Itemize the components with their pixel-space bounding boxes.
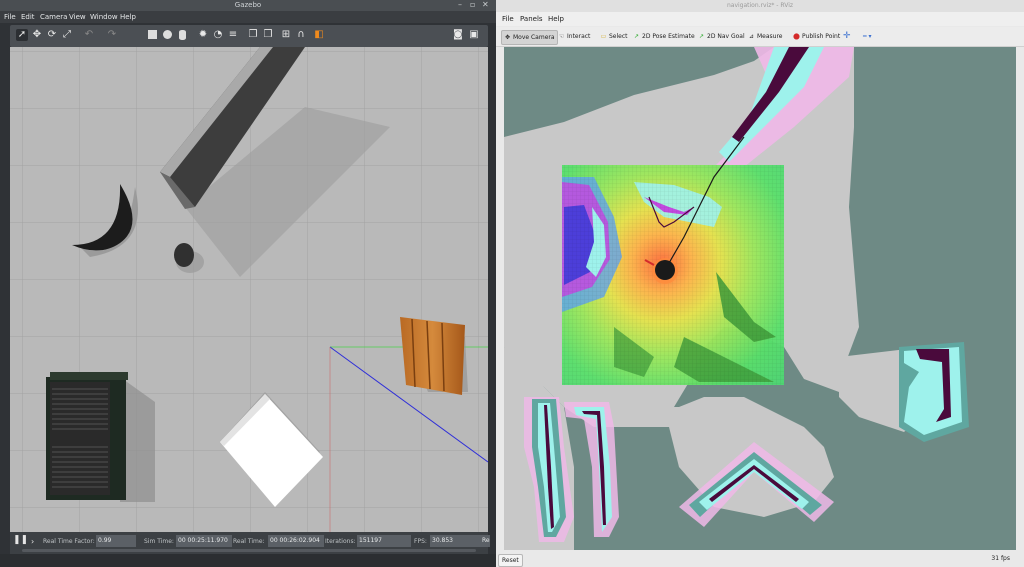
gazebo-window: Gazebo – ▫ ✕ File Edit Camera View Windo… [0,0,496,567]
iterations-value: 151197 [357,535,411,547]
menu-help[interactable]: Help [120,13,136,21]
rviz-3d-view[interactable] [504,47,1016,550]
wooden-crate [400,317,465,395]
menu-camera[interactable]: Camera [40,13,67,21]
iterations-label: Iterations: [325,538,356,545]
gazebo-toolbar: ➚ ✥ ⟳ ⤢ ↶ ↷ ✹ ◔ ≡ ❐ ❒ ⊞ ∩ ◧ ◙ ▣ [10,25,488,47]
snap-icon[interactable]: ∩ [295,29,307,41]
tool-2d-nav-goal[interactable]: ↗ 2D Nav Goal [696,30,747,43]
translate-icon[interactable]: ✥ [31,29,43,41]
change-view-icon[interactable]: ◧ [313,29,325,41]
fps-readout: 31 fps [991,555,1010,562]
tool-select-label: Select [609,33,628,40]
tool-publish-point-label: Publish Point [802,33,841,40]
tool-2d-nav-goal-label: 2D Nav Goal [707,33,745,40]
tool-select[interactable]: ▭ Select [598,30,630,43]
step-icon[interactable]: › [31,537,34,546]
remove-tool-icon[interactable]: ━ ▾ [862,30,874,43]
close-icon[interactable]: ✕ [482,0,489,9]
screenshot-icon[interactable]: ◙ [452,29,464,41]
move-camera-icon: ✥ [504,34,511,41]
sphere-shape-icon[interactable] [162,29,174,41]
gazebo-window-title: Gazebo [234,1,262,9]
sim-time-label: Sim Time: [144,538,174,545]
menu-edit[interactable]: Edit [21,13,35,21]
rviz-bottom-bar: Reset 31 fps [496,550,1024,567]
select-icon: ▭ [600,33,607,40]
small-rock [174,243,194,267]
publish-point-icon: ⬤ [793,33,800,40]
undo-icon[interactable]: ↶ [83,29,95,41]
reset-button[interactable]: Reset [498,554,523,567]
rviz-menu-bar: File Panels Help [496,12,1024,26]
gazebo-menu-bar: File Edit Camera View Window Help [0,11,496,23]
copy-icon[interactable]: ❐ [247,29,259,41]
reset-time-button[interactable]: Re [480,535,490,547]
tool-measure[interactable]: ⊿ Measure [746,30,785,43]
tool-move-camera-label: Move Camera [513,34,555,41]
rviz-window-title: navigation.rviz* - RViz [726,2,794,9]
rotate-icon[interactable]: ⟳ [46,29,58,41]
select-mode-icon[interactable]: ➚ [16,29,28,41]
menu-window[interactable]: Window [90,13,118,21]
spot-light-icon[interactable]: ◔ [212,29,224,41]
rviz-map-render [504,47,1016,550]
add-tool-icon[interactable]: ✛ [842,30,853,43]
align-icon[interactable]: ⊞ [280,29,292,41]
pause-icon[interactable]: ❚❚ [13,535,28,545]
point-light-icon[interactable]: ✹ [197,29,209,41]
tool-interact-label: Interact [567,33,591,40]
gazebo-scene [10,47,488,532]
pose-estimate-icon: ↗ [633,33,640,40]
menu-file[interactable]: File [4,13,16,21]
fps-label: FPS: [414,538,427,545]
nav-goal-icon: ↗ [698,33,705,40]
record-icon[interactable]: ▣ [468,29,480,41]
measure-icon: ⊿ [748,33,755,40]
fps-value: 30.853 [430,535,480,547]
timeline-scrollbar[interactable] [22,549,476,552]
tool-publish-point[interactable]: ⬤ Publish Point [791,30,842,43]
gazebo-status-bar: ❚❚ › Real Time Factor: 0.99 Sim Time: 00… [10,532,490,554]
sim-time-value: 00 00:25:11.970 [176,535,232,547]
tool-2d-pose-estimate[interactable]: ↗ 2D Pose Estimate [631,30,697,43]
scale-icon[interactable]: ⤢ [61,29,73,41]
tool-measure-label: Measure [757,33,783,40]
real-time-label: Real Time: [233,538,265,545]
rviz-menu-file[interactable]: File [502,15,514,23]
rviz-menu-help[interactable]: Help [548,15,564,23]
rviz-tool-bar: ✥ Move Camera ☜ Interact ▭ Select ↗ 2D Pose … [496,27,1024,47]
tool-2d-pose-estimate-label: 2D Pose Estimate [642,33,695,40]
gazebo-3d-viewport[interactable] [10,47,488,532]
cylinder-shape-icon[interactable] [177,29,189,41]
rviz-title-bar: navigation.rviz* - RViz [496,0,1024,12]
directional-light-icon[interactable]: ≡ [227,29,239,41]
maximize-icon[interactable]: ▫ [470,0,475,9]
rviz-menu-panels[interactable]: Panels [520,15,543,23]
interact-icon: ☜ [558,33,565,40]
gazebo-title-bar: Gazebo – ▫ ✕ [0,0,496,11]
minimize-icon[interactable]: – [458,0,462,9]
gazebo-bottom-strip [0,554,496,567]
real-time-factor-value: 0.99 [96,535,136,547]
tool-move-camera[interactable]: ✥ Move Camera [501,30,558,45]
paste-icon[interactable]: ❒ [262,29,274,41]
menu-view[interactable]: View [69,13,86,21]
real-time-factor-label: Real Time Factor: [43,538,95,545]
real-time-value: 00 00:26:02.904 [268,535,324,547]
redo-icon[interactable]: ↷ [106,29,118,41]
tool-interact[interactable]: ☜ Interact [556,30,592,43]
box-shape-icon[interactable] [147,29,159,41]
rviz-window: navigation.rviz* - RViz File Panels Help… [496,0,1024,567]
